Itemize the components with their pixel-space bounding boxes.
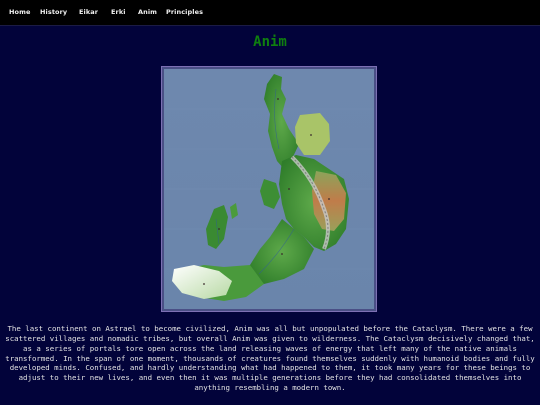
page-title: Anim bbox=[253, 34, 287, 50]
nav-eikar-link[interactable]: Eikar bbox=[79, 0, 98, 25]
continent-description: The last continent on Astrael to become … bbox=[5, 324, 535, 393]
nav-anim-link[interactable]: Anim bbox=[138, 0, 157, 25]
top-nav: Home History Eikar Erki Anim Principles bbox=[0, 0, 540, 26]
nav-history-link[interactable]: History bbox=[40, 0, 67, 25]
continent-map bbox=[161, 66, 377, 312]
anim-map-image bbox=[164, 69, 374, 309]
nav-erki-link[interactable]: Erki bbox=[111, 0, 126, 25]
nav-home-link[interactable]: Home bbox=[9, 0, 31, 25]
nav-principles-link[interactable]: Principles bbox=[166, 0, 203, 25]
